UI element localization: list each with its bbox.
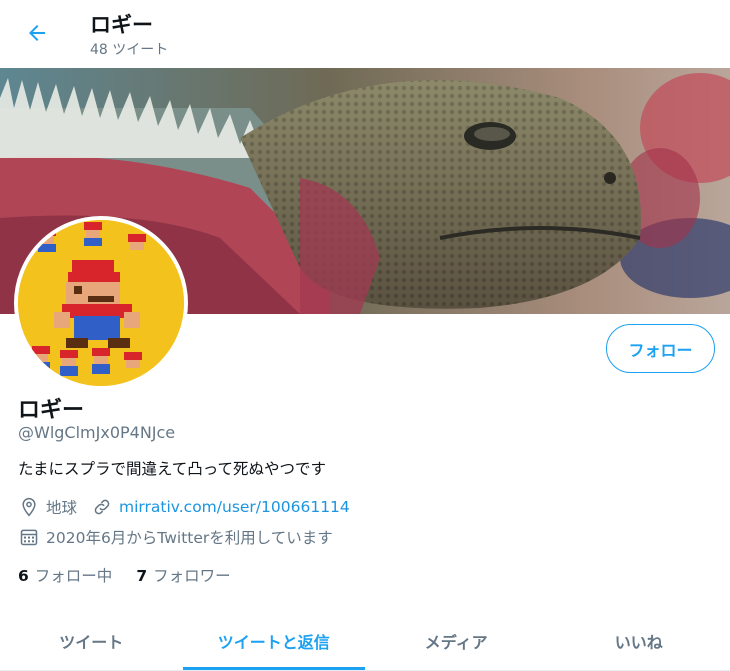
back-button[interactable] <box>18 16 56 50</box>
arrow-left-icon <box>29 25 45 41</box>
avatar-image <box>18 220 184 386</box>
calendar-icon <box>18 526 40 548</box>
joined-date-text: 2020年6月からTwitterを利用しています <box>46 529 333 547</box>
location-pin-icon <box>18 496 40 518</box>
tab-tweets[interactable]: ツイート <box>0 612 183 670</box>
tab-media[interactable]: メディア <box>365 612 548 670</box>
user-handle: @WlgClmJx0P4NJce <box>18 423 176 442</box>
display-name: ロギー <box>18 398 85 423</box>
follow-stats: 6 フォロー中 7 フォロワー <box>18 564 255 586</box>
following-stat[interactable]: 6 フォロー中 <box>18 564 112 586</box>
profile-tabs: ツイート ツイートと返信 メディア いいね <box>0 612 730 671</box>
top-bar: ロギー 48 ツイート <box>0 0 730 68</box>
tab-tweets-and-replies[interactable]: ツイートと返信 <box>182 612 366 670</box>
location-text: 地球 <box>46 499 78 517</box>
profile-meta-joined: 2020年6月からTwitterを利用しています <box>18 526 333 548</box>
header-title: ロギー <box>90 13 153 37</box>
followers-label: フォロワー <box>153 567 231 585</box>
followers-stat[interactable]: 7 フォロワー <box>136 564 230 586</box>
link-icon <box>91 496 113 518</box>
followers-count: 7 <box>136 567 148 585</box>
profile-url-link[interactable]: mirrativ.com/user/100661114 <box>119 498 350 516</box>
tab-likes[interactable]: いいね <box>548 612 730 670</box>
following-label: フォロー中 <box>34 567 113 585</box>
following-count: 6 <box>18 567 29 585</box>
tweet-count: 48 ツイート <box>90 42 169 58</box>
profile-meta-location-url: 地球 mirrativ.com/user/100661114 <box>18 496 350 518</box>
avatar[interactable] <box>14 216 188 390</box>
bio: たまにスプラで間違えて凸って死ぬやつです <box>18 460 326 478</box>
follow-button[interactable]: フォロー <box>606 324 715 373</box>
